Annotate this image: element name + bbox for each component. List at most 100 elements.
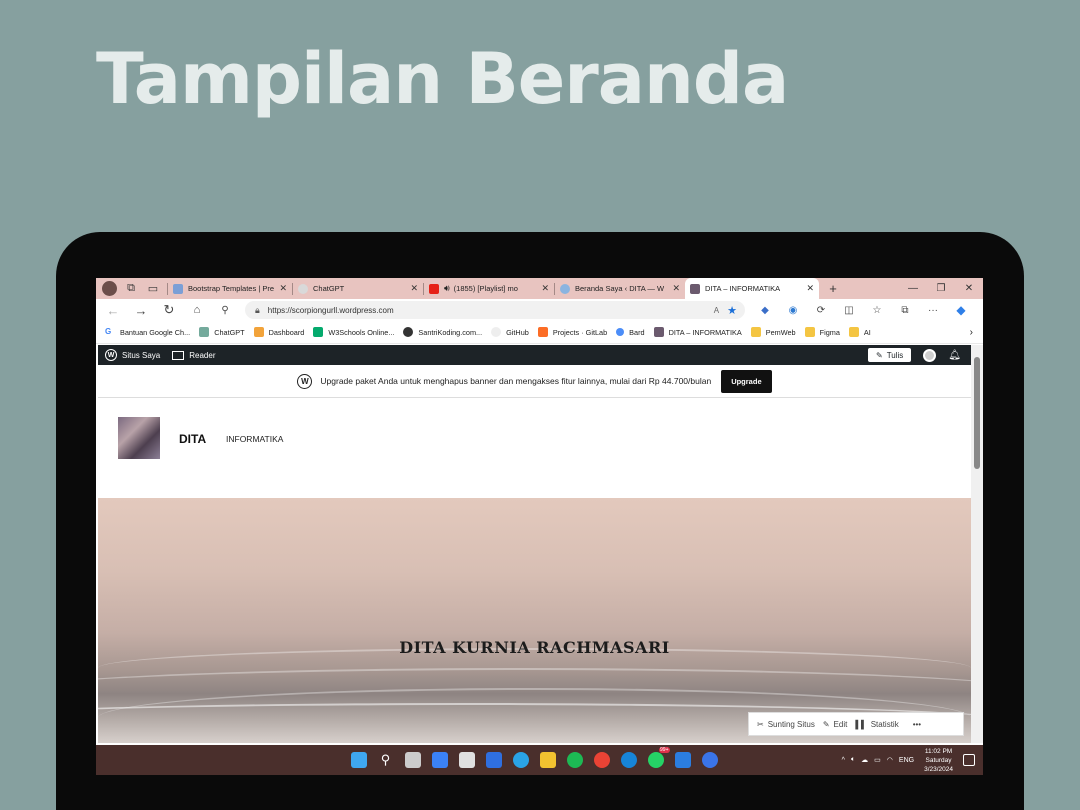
- favorites-icon[interactable]: ☆: [863, 305, 891, 316]
- minimize-icon[interactable]: —: [899, 283, 927, 294]
- language-indicator[interactable]: ENG: [899, 757, 914, 764]
- extension-3-icon[interactable]: ⟳: [807, 305, 835, 316]
- back-icon[interactable]: ←: [99, 303, 127, 318]
- scrollbar-thumb[interactable]: [974, 357, 980, 469]
- upgrade-button[interactable]: Upgrade: [721, 369, 772, 393]
- windows-taskbar: ⚲ 99+ ^ 🔈︎ ☁︎ ▭ ◠ ENG 11:02 PM Saturday …: [96, 745, 983, 775]
- bard-icon: [616, 328, 625, 336]
- bookmark-item[interactable]: DITA – INFORMATIKA: [653, 327, 742, 337]
- collections-icon[interactable]: ⧉: [891, 305, 919, 316]
- extension-2-icon[interactable]: ◉: [779, 305, 807, 316]
- favorite-star-icon[interactable]: ★: [727, 304, 737, 317]
- restore-icon[interactable]: ❐: [927, 283, 955, 294]
- bookmark-folder[interactable]: Figma: [804, 327, 840, 337]
- tab-actions-icon[interactable]: ▭: [145, 281, 161, 297]
- notification-bell-icon[interactable]: 🔔︎: [948, 350, 961, 361]
- forward-icon[interactable]: →: [127, 303, 155, 318]
- bookmark-item[interactable]: SantriKoding.com...: [403, 327, 482, 337]
- santrikoding-icon: [403, 327, 414, 337]
- slide-title: Tampilan Beranda: [96, 38, 789, 120]
- bookmark-item[interactable]: G Bantuan Google Ch...: [105, 327, 190, 337]
- canva-icon[interactable]: [701, 752, 718, 768]
- speaker-icon[interactable]: 🔊︎: [444, 283, 450, 294]
- refresh-icon[interactable]: ↻: [155, 302, 183, 318]
- profile-avatar-icon[interactable]: [102, 281, 117, 296]
- pen-icon: ✎: [876, 350, 883, 360]
- tab-dita-informatika[interactable]: DITA – INFORMATIKA ✕: [685, 278, 819, 299]
- page-scrollbar[interactable]: [971, 345, 983, 743]
- my-site-link[interactable]: Situs Saya: [122, 351, 160, 360]
- widgets-icon[interactable]: [431, 752, 448, 768]
- chevron-right-icon[interactable]: ›: [970, 327, 973, 338]
- bookmark-item[interactable]: W3Schools Online...: [313, 327, 394, 337]
- more-menu-icon[interactable]: ···: [919, 305, 947, 316]
- telegram-icon[interactable]: [512, 752, 529, 768]
- tab-bootstrap[interactable]: Bootstrap Templates | Pre ✕: [168, 278, 292, 299]
- customize-icon[interactable]: ✂︎: [757, 720, 764, 729]
- site-logo[interactable]: [118, 417, 160, 459]
- bookmark-item[interactable]: ChatGPT: [199, 327, 245, 337]
- cloud-icon[interactable]: ☁︎: [861, 756, 868, 764]
- close-tab-icon[interactable]: ✕: [410, 283, 418, 294]
- close-tab-icon[interactable]: ✕: [541, 283, 549, 294]
- bookmarks-bar: G Bantuan Google Ch... ChatGPT Dashboard …: [96, 321, 983, 344]
- bookmark-item[interactable]: GitHub: [491, 327, 529, 337]
- wifi-icon[interactable]: ◠: [887, 756, 893, 764]
- close-tab-icon[interactable]: ✕: [279, 283, 287, 294]
- folder-icon: [750, 327, 761, 337]
- copilot-icon[interactable]: ◆: [947, 303, 975, 317]
- spotify-icon[interactable]: [566, 752, 583, 768]
- user-avatar[interactable]: [923, 348, 937, 362]
- tab-chatgpt[interactable]: ChatGPT ✕: [293, 278, 423, 299]
- clock[interactable]: 11:02 PM Saturday 3/23/2024: [924, 747, 953, 774]
- site-title[interactable]: DITA: [179, 432, 206, 446]
- bookmark-item[interactable]: Dashboard: [253, 327, 304, 337]
- edit-pen-icon[interactable]: ✎: [823, 720, 830, 729]
- close-tab-icon[interactable]: ✕: [806, 283, 814, 294]
- stats-link[interactable]: Statistik: [871, 720, 899, 729]
- reader-link[interactable]: Reader: [189, 351, 215, 360]
- home-icon[interactable]: ⌂: [183, 304, 211, 316]
- github-icon: [491, 327, 502, 337]
- more-options-icon[interactable]: •••: [913, 720, 921, 729]
- bookmark-item[interactable]: Projects · GitLab: [537, 327, 607, 337]
- task-view-icon[interactable]: [404, 752, 421, 768]
- close-tab-icon[interactable]: ✕: [672, 283, 680, 294]
- chatgpt-icon: [199, 327, 210, 337]
- customize-site-link[interactable]: Sunting Situs: [768, 720, 815, 729]
- close-window-icon[interactable]: ✕: [955, 283, 983, 294]
- read-aloud-icon[interactable]: A: [714, 306, 719, 315]
- wordpress-logo-icon[interactable]: W: [105, 349, 117, 361]
- whatsapp-icon[interactable]: 99+: [647, 747, 670, 768]
- windows-start-icon[interactable]: [350, 752, 367, 768]
- todo-icon[interactable]: [485, 752, 502, 768]
- url-field[interactable]: 🔒︎ https://scorpiongurll.wordpress.com A…: [245, 301, 745, 319]
- vscode-icon[interactable]: [674, 752, 691, 768]
- search-icon[interactable]: ⚲: [211, 305, 239, 316]
- reader-icon[interactable]: [172, 350, 185, 360]
- split-screen-icon[interactable]: ◫: [835, 305, 863, 316]
- folder-icon: [848, 327, 859, 337]
- edit-link[interactable]: Edit: [834, 720, 848, 729]
- file-explorer-icon[interactable]: [539, 752, 556, 768]
- extension-icon[interactable]: ◆: [751, 305, 779, 316]
- stats-icon[interactable]: ▌▌: [855, 720, 866, 729]
- tab-youtube[interactable]: 🔊︎ (1855) [Playlist] mo ✕: [424, 278, 554, 299]
- battery-icon[interactable]: ▭: [874, 756, 881, 764]
- bookmark-item[interactable]: Bard: [616, 328, 645, 337]
- new-tab-icon[interactable]: +: [819, 281, 847, 296]
- bookmark-folder[interactable]: AI: [848, 327, 871, 337]
- calculator-icon[interactable]: [458, 752, 475, 768]
- speaker-icon[interactable]: 🔈︎: [851, 756, 855, 764]
- notification-icon[interactable]: [963, 754, 975, 766]
- workspaces-icon[interactable]: ⧉: [123, 281, 139, 297]
- chrome-icon[interactable]: [593, 752, 610, 768]
- gitlab-icon: [537, 327, 548, 337]
- chevron-up-icon[interactable]: ^: [842, 757, 845, 764]
- search-icon[interactable]: ⚲: [378, 752, 394, 768]
- edge-icon[interactable]: [620, 752, 637, 768]
- write-button[interactable]: ✎ Tulis: [868, 348, 912, 362]
- bootstrap-favicon-icon: [173, 283, 183, 294]
- bookmark-folder[interactable]: PemWeb: [750, 327, 796, 337]
- tab-wp-dashboard[interactable]: Beranda Saya ‹ DITA — W ✕: [555, 278, 685, 299]
